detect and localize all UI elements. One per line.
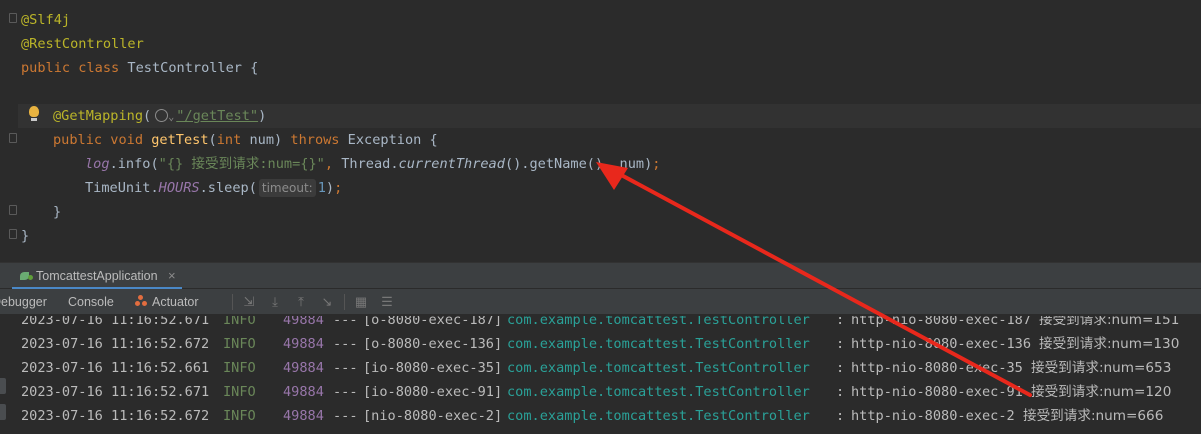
code-line-10: } xyxy=(21,228,30,244)
log-level: INFO xyxy=(223,384,256,400)
fold-marker-icon[interactable] xyxy=(9,205,17,215)
close-icon[interactable]: × xyxy=(168,263,176,289)
log-timestamp: 2023-07-16 11:16:52.672 xyxy=(21,408,210,424)
run-to-cursor-icon[interactable]: ↘ xyxy=(318,293,336,311)
log-colon: : xyxy=(836,336,845,352)
settings-list-icon[interactable]: ☰ xyxy=(378,293,396,311)
log-pid: 49884 xyxy=(283,360,324,376)
log-separator: --- xyxy=(333,360,358,376)
code-line-5: @GetMapping(⌄ "/getTest") xyxy=(53,108,267,124)
step-over-icon[interactable]: ⤓ xyxy=(266,293,284,311)
log-colon: : xyxy=(836,408,845,424)
log-class: com.example.tomcattest.TestController xyxy=(507,336,810,352)
log-thread: [io-8080-exec-35] xyxy=(363,360,503,376)
log-class: com.example.tomcattest.TestController xyxy=(507,384,810,400)
actuator-icon xyxy=(135,295,147,307)
log-pid: 49884 xyxy=(283,316,324,328)
code-line-7: log.info("{} 接受到请求:num={}", Thread.curre… xyxy=(85,156,661,172)
log-message-thread: http-nio-8080-exec-91 xyxy=(851,384,1023,400)
console-output[interactable]: 2023-07-16 11:16:52.671 INFO 49884 --- [o-80… xyxy=(0,316,1201,434)
log-timestamp: 2023-07-16 11:16:52.671 xyxy=(21,384,210,400)
step-out-icon[interactable]: ⤒ xyxy=(292,293,310,311)
log-timestamp: 2023-07-16 11:16:52.671 xyxy=(21,316,210,328)
log-colon: : xyxy=(836,384,845,400)
log-message-text: 接受到请求:num=653 xyxy=(1031,360,1172,376)
log-pid: 49884 xyxy=(283,336,324,352)
log-class: com.example.tomcattest.TestController xyxy=(507,360,810,376)
log-separator: --- xyxy=(333,408,358,424)
log-class: com.example.tomcattest.TestController xyxy=(507,408,810,424)
run-tab-label: TomcattestApplication xyxy=(36,269,158,283)
code-line-2: @RestController xyxy=(21,36,144,52)
log-message-thread: http-nio-8080-exec-35 xyxy=(851,360,1023,376)
log-separator: --- xyxy=(333,316,358,328)
parameter-hint: timeout: xyxy=(258,179,316,197)
log-timestamp: 2023-07-16 11:16:52.672 xyxy=(21,336,210,352)
log-pid: 49884 xyxy=(283,384,324,400)
code-line-1: @Slf4j xyxy=(21,12,71,28)
log-level: INFO xyxy=(223,408,256,424)
tab-actuator[interactable]: Actuator xyxy=(152,289,199,315)
log-separator: --- xyxy=(333,336,358,352)
toolbar-separator xyxy=(344,294,345,310)
log-colon: : xyxy=(836,360,845,376)
log-level: INFO xyxy=(223,360,256,376)
log-message-text: 接受到请求:num=666 xyxy=(1023,408,1164,424)
code-line-8: TimeUnit.HOURS.sleep(timeout: 1); xyxy=(85,179,343,197)
editor-gutter xyxy=(0,0,18,262)
lightbulb-icon[interactable] xyxy=(28,106,40,124)
show-execution-point-icon[interactable]: ⇲ xyxy=(240,293,258,311)
run-sub-toolbar: Debugger Console Actuator ⇲ ⤓ ⤒ ↘ ▦ ☰ xyxy=(0,289,1201,315)
log-message-text: 接受到请求:num=151 xyxy=(1039,316,1180,328)
log-message-text: 接受到请求:num=130 xyxy=(1039,336,1180,352)
fold-marker-icon[interactable] xyxy=(9,133,17,143)
globe-icon[interactable] xyxy=(155,109,169,122)
log-timestamp: 2023-07-16 11:16:52.661 xyxy=(21,360,210,376)
log-thread: [o-8080-exec-187] xyxy=(363,316,503,328)
code-editor[interactable]: @Slf4j @RestController public class Test… xyxy=(0,0,1201,262)
log-message-thread: http-nio-8080-exec-2 xyxy=(851,408,1015,424)
code-line-9: } xyxy=(53,204,62,220)
chevron-down-icon[interactable]: ⌄ xyxy=(168,112,174,123)
table-icon[interactable]: ▦ xyxy=(352,293,370,311)
fold-marker-icon[interactable] xyxy=(9,13,17,23)
tab-debugger[interactable]: Debugger xyxy=(0,289,47,315)
toolbar-separator xyxy=(232,294,233,310)
log-level: INFO xyxy=(223,336,256,352)
log-pid: 49884 xyxy=(283,408,324,424)
run-tool-window-tabs: TomcattestApplication × xyxy=(0,262,1201,289)
log-message-thread: http-nio-8080-exec-136 xyxy=(851,336,1032,352)
log-thread: [nio-8080-exec-2] xyxy=(363,408,503,424)
code-line-6: public void getTest(int num) throws Exce… xyxy=(53,132,438,148)
log-class: com.example.tomcattest.TestController xyxy=(507,316,810,328)
log-separator: --- xyxy=(333,384,358,400)
log-thread: [o-8080-exec-136] xyxy=(363,336,503,352)
log-message-text: 接受到请求:num=120 xyxy=(1031,384,1172,400)
spring-boot-icon xyxy=(20,270,33,281)
log-level: INFO xyxy=(223,316,256,328)
log-message-thread: http-nio-8080-exec-187 xyxy=(851,316,1032,328)
log-colon: : xyxy=(836,316,845,328)
code-line-3: public class TestController { xyxy=(21,60,259,76)
run-tab-tomcattest[interactable]: TomcattestApplication × xyxy=(12,263,182,289)
tab-console[interactable]: Console xyxy=(68,289,114,315)
console-gutter-marker xyxy=(0,404,6,420)
console-gutter-marker xyxy=(0,378,6,394)
fold-marker-icon[interactable] xyxy=(9,229,17,239)
log-thread: [io-8080-exec-91] xyxy=(363,384,503,400)
